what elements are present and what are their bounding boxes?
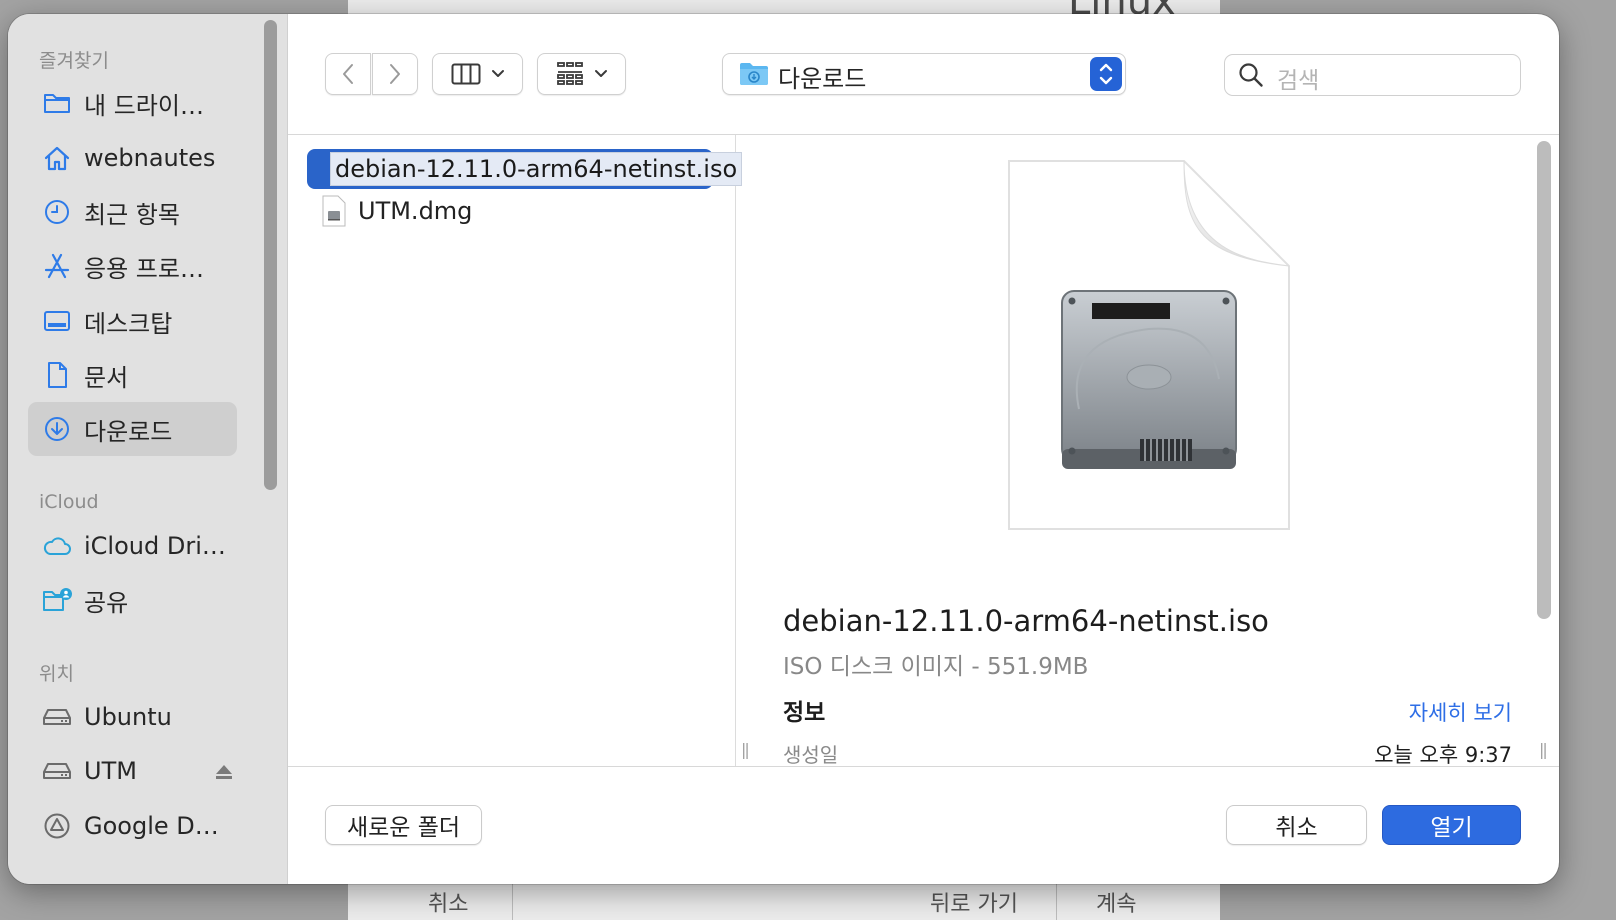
applications-icon <box>42 251 72 281</box>
new-folder-button[interactable]: 새로운 폴더 <box>325 805 482 845</box>
sidebar-item-utm[interactable]: UTM <box>28 744 237 798</box>
file-name: debian-12.11.0-arm64-netinst.iso <box>330 152 743 186</box>
drive-icon <box>42 702 72 732</box>
sidebar-item-label: 응용 프로… <box>84 254 204 283</box>
chevron-down-icon <box>491 70 504 77</box>
sidebar-item-documents[interactable]: 문서 <box>28 348 237 402</box>
clock-icon <box>42 197 72 227</box>
search-icon <box>1239 63 1263 87</box>
open-file-dialog: 즐겨찾기 내 드라이… webnautes 최근 항목 응용 프로… 데스크탑 … <box>8 14 1559 884</box>
sidebar-item-google-drive[interactable]: Google D… <box>28 799 237 853</box>
columns-view-icon <box>451 63 480 85</box>
eject-icon[interactable] <box>214 762 234 782</box>
document-icon <box>42 360 72 390</box>
sidebar-item-my-drive[interactable]: 내 드라이… <box>28 76 237 130</box>
folder-icon <box>42 88 72 118</box>
sidebar-item-label: Ubuntu <box>84 703 172 731</box>
file-row[interactable]: UTM.dmg <box>307 191 713 231</box>
search-field[interactable]: 검색 <box>1224 54 1521 96</box>
column-resize-handle[interactable]: || <box>741 740 750 759</box>
sidebar-section-icloud: iCloud <box>39 491 99 513</box>
sidebar-item-label: 데스크탑 <box>84 309 173 338</box>
sidebar-item-ubuntu[interactable]: Ubuntu <box>28 690 237 744</box>
location-popup[interactable]: 다운로드 <box>722 53 1126 95</box>
file-row[interactable]: debian-12.11.0-arm64-netinst.iso <box>307 149 743 189</box>
sidebar-item-label: 문서 <box>84 363 129 392</box>
background-footer: 취소 뒤로 가기 계속 <box>384 878 1584 920</box>
sidebar-item-applications[interactable]: 응용 프로… <box>28 239 237 293</box>
sidebar-section-favorites: 즐겨찾기 <box>39 50 109 72</box>
view-mode-button[interactable] <box>432 53 523 95</box>
created-label: 생성일 <box>783 743 839 767</box>
sidebar-scrollbar[interactable] <box>264 20 277 490</box>
sidebar-item-recents[interactable]: 최근 항목 <box>28 185 237 239</box>
sidebar-item-label: 다운로드 <box>84 417 173 446</box>
preview-file-kind: ISO 디스크 이미지 - 551.9MB <box>783 654 1089 680</box>
sidebar: 즐겨찾기 내 드라이… webnautes 최근 항목 응용 프로… 데스크탑 … <box>8 14 288 884</box>
info-heading: 정보 <box>783 700 826 726</box>
created-value: 오늘 오후 9:37 <box>1374 743 1512 767</box>
location-stepper[interactable] <box>1090 57 1122 91</box>
forward-button[interactable] <box>372 53 418 95</box>
cancel-button[interactable]: 취소 <box>1226 805 1367 845</box>
background-footer-back: 뒤로 가기 <box>930 892 1018 917</box>
sidebar-item-label: 최근 항목 <box>84 200 180 229</box>
chevron-right-icon <box>390 64 400 84</box>
shared-folder-icon <box>42 585 72 615</box>
preview-scrollbar[interactable] <box>1537 141 1551 619</box>
preview-pane: debian-12.11.0-arm64-netinst.iso ISO 디스크… <box>763 135 1559 767</box>
group-button[interactable] <box>537 53 626 95</box>
sidebar-item-label: iCloud Dri… <box>84 532 226 560</box>
download-icon <box>42 414 72 444</box>
iso-disk-image-preview-icon <box>1008 160 1290 530</box>
sidebar-item-desktop[interactable]: 데스크탑 <box>28 294 237 348</box>
downloads-folder-icon <box>740 63 768 85</box>
background-footer-cancel: 취소 <box>428 892 469 917</box>
sidebar-section-locations: 위치 <box>39 663 74 685</box>
grid-group-icon <box>556 62 583 85</box>
sidebar-item-label: webnautes <box>84 144 216 172</box>
preview-file-name: debian-12.11.0-arm64-netinst.iso <box>783 604 1269 638</box>
desktop-icon <box>42 306 72 336</box>
drive-icon <box>42 756 72 786</box>
browser-area: 다운로드 검색 debian-12.11.0-arm64-netinst.iso… <box>288 14 1559 884</box>
sidebar-item-label: 공유 <box>84 588 129 617</box>
show-more-link[interactable]: 자세히 보기 <box>1409 697 1512 727</box>
location-label: 다운로드 <box>778 65 867 93</box>
background-footer-continue: 계속 <box>1096 892 1137 917</box>
column-resize-handle[interactable]: || <box>1539 740 1548 759</box>
open-button[interactable]: 열기 <box>1382 805 1521 845</box>
cloud-icon <box>42 531 72 561</box>
disk-image-file-icon <box>322 195 346 227</box>
footer-divider <box>288 766 1559 767</box>
search-placeholder: 검색 <box>1277 68 1320 94</box>
sidebar-item-home[interactable]: webnautes <box>28 131 237 185</box>
back-button[interactable] <box>325 53 371 95</box>
sidebar-item-label: 내 드라이… <box>84 91 204 120</box>
file-column: debian-12.11.0-arm64-netinst.iso UTM.dmg… <box>288 135 750 766</box>
home-icon <box>42 143 72 173</box>
sidebar-item-label: UTM <box>84 757 137 785</box>
chevron-down-icon <box>594 70 607 77</box>
chevron-left-icon <box>343 64 353 84</box>
sidebar-item-downloads[interactable]: 다운로드 <box>28 402 237 456</box>
up-down-chevron-icon <box>1099 63 1113 85</box>
sidebar-item-label: Google D… <box>84 812 219 840</box>
sidebar-item-shared[interactable]: 공유 <box>28 573 237 627</box>
sidebar-item-icloud-drive[interactable]: iCloud Dri… <box>28 519 237 573</box>
file-name: UTM.dmg <box>358 197 473 225</box>
google-drive-icon <box>42 811 72 841</box>
